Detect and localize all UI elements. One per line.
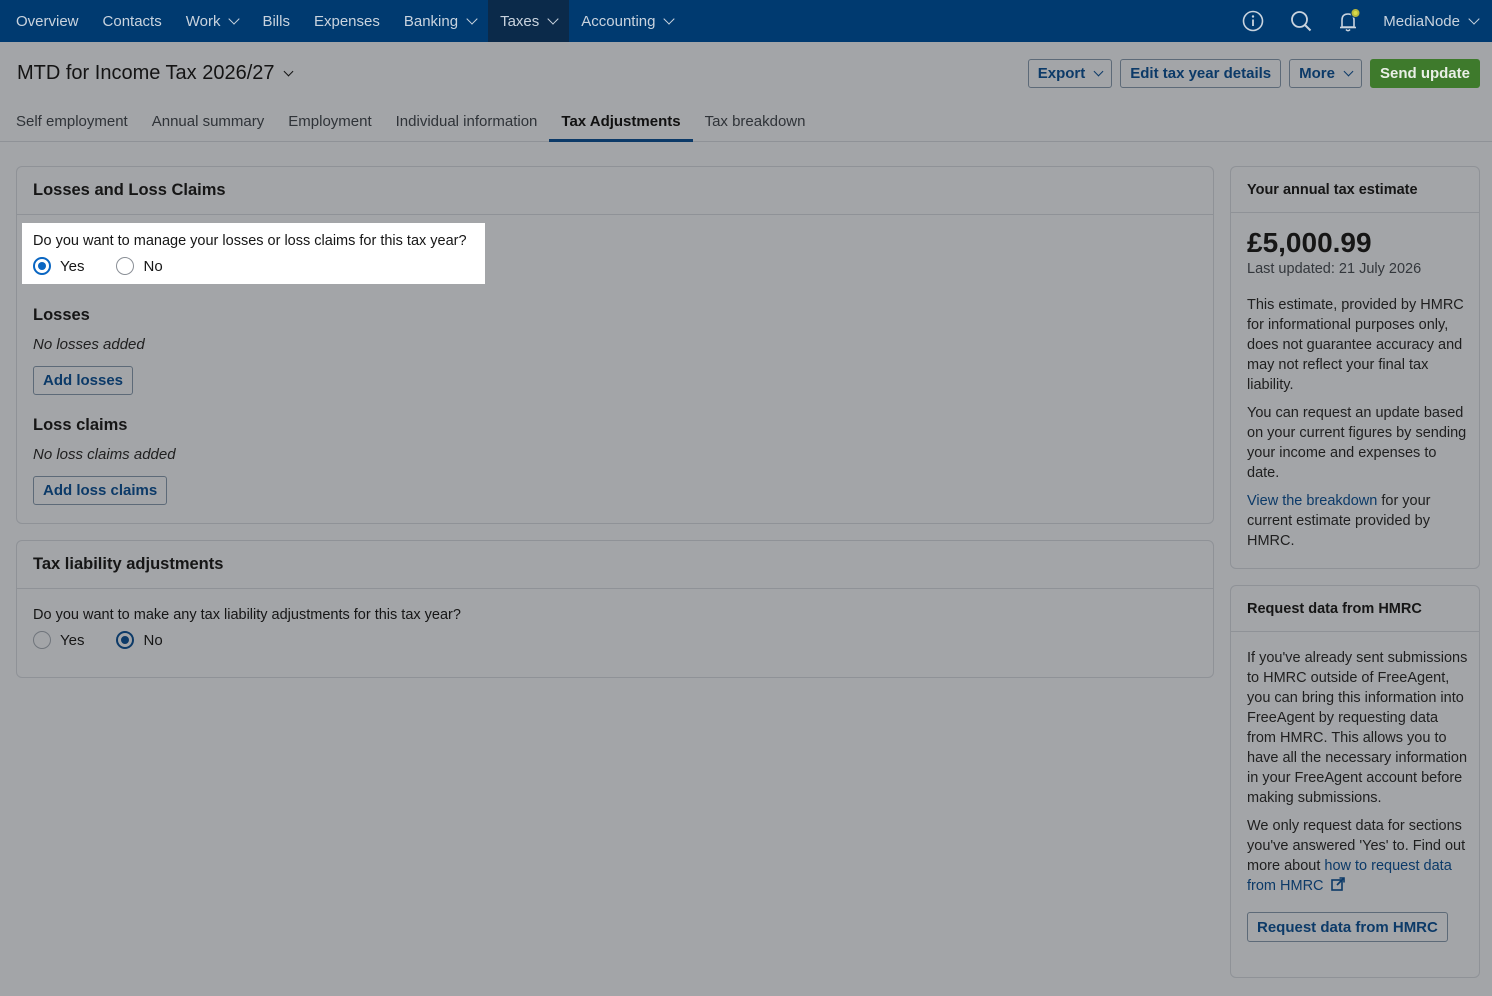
losses-radio-no[interactable]: No <box>116 257 163 275</box>
chevron-down-icon <box>663 13 676 25</box>
tab-bar: Self employment Annual summary Employmen… <box>0 100 1492 142</box>
tax-estimate-card: Your annual tax estimate £5,000.99 Last … <box>1230 166 1480 569</box>
nav-label: Expenses <box>313 12 380 30</box>
tax-estimate-title: Your annual tax estimate <box>1231 167 1479 213</box>
request-data-description: If you've already sent submissions to HM… <box>1247 650 1468 806</box>
export-label: Export <box>1037 65 1086 82</box>
tab-tax-adjustments[interactable]: Tax Adjustments <box>549 100 693 142</box>
view-breakdown-link[interactable]: View the breakdown <box>1247 493 1377 509</box>
chevron-down-icon <box>1468 13 1480 25</box>
loss-claims-empty-text: No loss claims added <box>33 446 176 463</box>
losses-empty-text: No losses added <box>33 336 145 353</box>
tax-liability-card: Tax liability adjustments Do you want to… <box>16 540 1214 678</box>
request-data-button[interactable]: Request data from HMRC <box>1247 912 1448 942</box>
chevron-down-icon <box>466 13 478 25</box>
radio-label: No <box>143 257 163 275</box>
radio-label: Yes <box>60 257 85 275</box>
losses-radio-yes[interactable]: Yes <box>33 257 84 275</box>
send-update-button[interactable]: Send update <box>1369 59 1480 88</box>
tab-tax-breakdown[interactable]: Tax breakdown <box>693 100 818 142</box>
tab-individual-information[interactable]: Individual information <box>384 100 550 142</box>
add-losses-label: Add losses <box>43 372 124 389</box>
radio-unchecked-icon <box>116 257 135 275</box>
liability-radio-no[interactable]: No <box>116 631 163 649</box>
last-updated: Last updated: 21 July 2026 <box>1247 261 1422 277</box>
add-loss-claims-button[interactable]: Add loss claims <box>33 476 168 505</box>
tab-employment[interactable]: Employment <box>276 100 383 142</box>
chevron-down-icon <box>283 66 293 77</box>
estimate-update-info: You can request an update based on your … <box>1247 405 1467 481</box>
edit-label: Edit tax year details <box>1130 65 1272 82</box>
nav-contacts[interactable]: Contacts <box>91 0 174 42</box>
chevron-down-icon <box>228 13 241 25</box>
tab-self-employment[interactable]: Self employment <box>0 100 140 142</box>
chevron-down-icon <box>1093 66 1104 77</box>
chevron-down-icon <box>1343 66 1354 77</box>
nav-work[interactable]: Work <box>174 0 251 42</box>
nav-label: Accounting <box>581 12 656 30</box>
nav-label: Overview <box>16 12 79 30</box>
add-loss-claims-label: Add loss claims <box>43 482 158 499</box>
page-title: MTD for Income Tax 2026/27 <box>17 62 275 84</box>
info-icon[interactable] <box>1229 0 1277 42</box>
tax-year-selector[interactable]: MTD for Income Tax 2026/27 <box>17 62 293 85</box>
nav-expenses[interactable]: Expenses <box>302 0 392 42</box>
liability-radio-yes[interactable]: Yes <box>33 631 84 649</box>
main-nav-items: Overview Contacts Work Bills Expenses Ba… <box>0 0 685 42</box>
header-actions: Export Edit tax year details More Send u… <box>1027 59 1480 88</box>
nav-label: Taxes <box>500 12 540 30</box>
tax-liability-card-title: Tax liability adjustments <box>17 541 1213 589</box>
nav-overview[interactable]: Overview <box>0 0 91 42</box>
radio-unchecked-icon <box>33 631 51 649</box>
radio-label: No <box>143 631 163 649</box>
send-label: Send update <box>1379 65 1470 82</box>
radio-checked-icon <box>33 257 51 275</box>
losses-question: Do you want to manage your losses or los… <box>33 233 467 249</box>
edit-tax-year-button[interactable]: Edit tax year details <box>1120 59 1282 88</box>
radio-label: Yes <box>60 631 85 649</box>
losses-card: Losses and Loss Claims Losses No losses … <box>16 166 1214 524</box>
request-data-note: We only request data for sections you've… <box>1247 816 1471 896</box>
tax-estimate-amount: £5,000.99 <box>1247 227 1372 258</box>
nav-taxes[interactable]: Taxes <box>488 0 570 42</box>
nav-label: Work <box>185 12 221 30</box>
estimate-disclaimer: This estimate, provided by HMRC for info… <box>1247 297 1464 393</box>
more-label: More <box>1299 65 1335 82</box>
nav-banking[interactable]: Banking <box>392 0 488 42</box>
tab-annual-summary[interactable]: Annual summary <box>140 100 277 142</box>
search-icon[interactable] <box>1277 0 1325 42</box>
nav-accounting[interactable]: Accounting <box>569 0 685 42</box>
losses-heading: Losses <box>33 306 90 324</box>
loss-claims-section: Loss claims No loss claims added Add los… <box>33 416 176 505</box>
losses-question-highlight: Do you want to manage your losses or los… <box>22 223 485 284</box>
account-menu[interactable]: MediaNode <box>1373 0 1492 42</box>
losses-radio-group: Yes No <box>33 257 467 275</box>
more-button[interactable]: More <box>1289 59 1362 88</box>
add-losses-button[interactable]: Add losses <box>33 366 134 395</box>
nav-utilities: MediaNode <box>1229 0 1492 42</box>
top-nav: Overview Contacts Work Bills Expenses Ba… <box>0 0 1492 42</box>
radio-checked-icon <box>116 631 135 649</box>
request-data-card: Request data from HMRC If you've already… <box>1230 585 1480 978</box>
request-data-button-label: Request data from HMRC <box>1257 918 1438 936</box>
nav-label: Contacts <box>102 12 162 30</box>
nav-label: Banking <box>403 12 459 30</box>
liability-question: Do you want to make any tax liability ad… <box>33 607 461 623</box>
request-data-title: Request data from HMRC <box>1231 586 1479 632</box>
bell-icon[interactable] <box>1325 0 1373 42</box>
chevron-down-icon <box>547 13 559 25</box>
external-link-icon <box>1330 877 1345 891</box>
account-name: MediaNode <box>1383 12 1460 30</box>
nav-bills[interactable]: Bills <box>250 0 302 42</box>
nav-label: Bills <box>262 12 290 30</box>
liability-radio-group: Yes No <box>33 631 461 649</box>
loss-claims-heading: Loss claims <box>33 416 128 434</box>
losses-card-title: Losses and Loss Claims <box>17 167 1213 215</box>
export-button[interactable]: Export <box>1027 59 1113 88</box>
estimate-breakdown-text: View the breakdown for your current esti… <box>1247 491 1469 551</box>
losses-section: Losses No losses added Add losses <box>33 306 145 395</box>
